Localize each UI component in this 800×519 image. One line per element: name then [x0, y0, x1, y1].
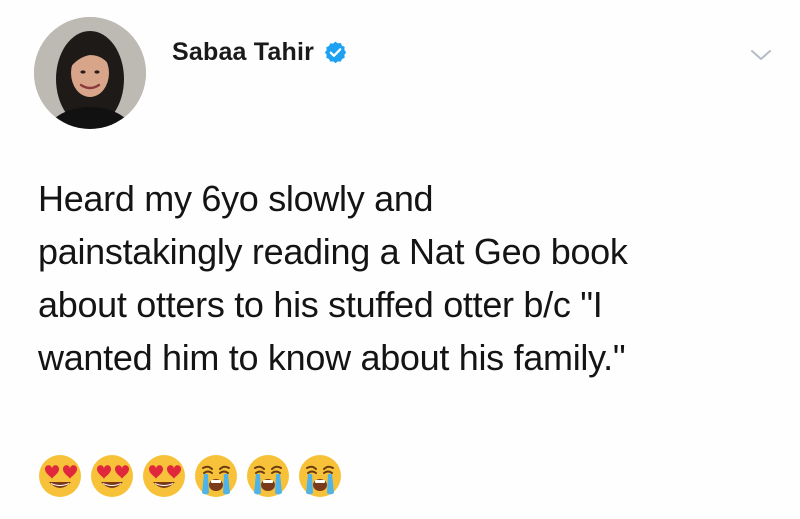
- user-photo-icon: [34, 17, 146, 129]
- author-name[interactable]: Sabaa Tahir: [172, 38, 314, 67]
- tweet-text-line: wanted him to know about his family.": [38, 337, 626, 378]
- tweet-text-line: Heard my 6yo slowly and: [38, 178, 434, 219]
- loudly-crying-emoji-icon: [299, 455, 341, 497]
- loudly-crying-emoji-icon: [247, 455, 289, 497]
- tweet-text: Heard my 6yo slowly and painstakingly re…: [38, 172, 778, 384]
- emoji-row: [37, 453, 343, 499]
- tweet-text-line: painstakingly reading a Nat Geo book: [38, 231, 628, 272]
- heart-eyes-emoji-icon: [91, 455, 133, 497]
- verified-badge-icon: [324, 41, 347, 64]
- chevron-down-icon[interactable]: [750, 48, 772, 62]
- avatar[interactable]: [34, 17, 146, 129]
- tweet-card: Sabaa Tahir Heard my 6yo slowly and pain…: [0, 0, 800, 519]
- tweet-author: Sabaa Tahir: [172, 38, 348, 67]
- tweet-text-line: about otters to his stuffed otter b/c "I: [38, 284, 603, 325]
- loudly-crying-emoji-icon: [195, 455, 237, 497]
- heart-eyes-emoji-icon: [143, 455, 185, 497]
- heart-eyes-emoji-icon: [39, 455, 81, 497]
